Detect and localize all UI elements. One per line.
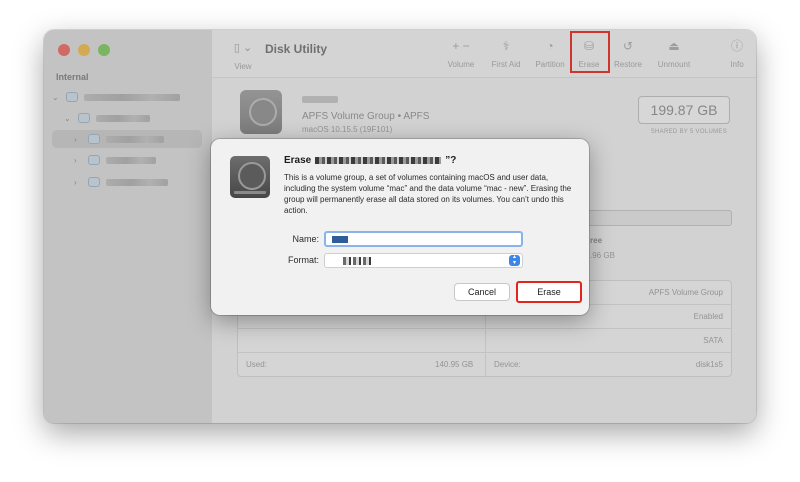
chevron-up-down-icon: ▴ ▾	[509, 254, 520, 266]
format-label: Format:	[287, 255, 319, 265]
selected-text	[332, 236, 348, 243]
redacted-format-value	[343, 257, 371, 265]
dialog-message: This is a volume group, a set of volumes…	[284, 173, 572, 215]
format-select[interactable]: ▴ ▾	[324, 253, 523, 268]
erase-dialog: Erase ”? This is a volume group, a set o…	[211, 139, 589, 315]
hard-drive-icon	[230, 156, 270, 198]
erase-confirm-button[interactable]: Erase	[516, 281, 582, 303]
dialog-title: Erase ”?	[284, 155, 457, 166]
cancel-button[interactable]: Cancel	[454, 283, 510, 301]
redacted-volume-name	[315, 157, 442, 164]
name-input[interactable]	[324, 231, 523, 247]
name-label: Name:	[292, 234, 319, 244]
